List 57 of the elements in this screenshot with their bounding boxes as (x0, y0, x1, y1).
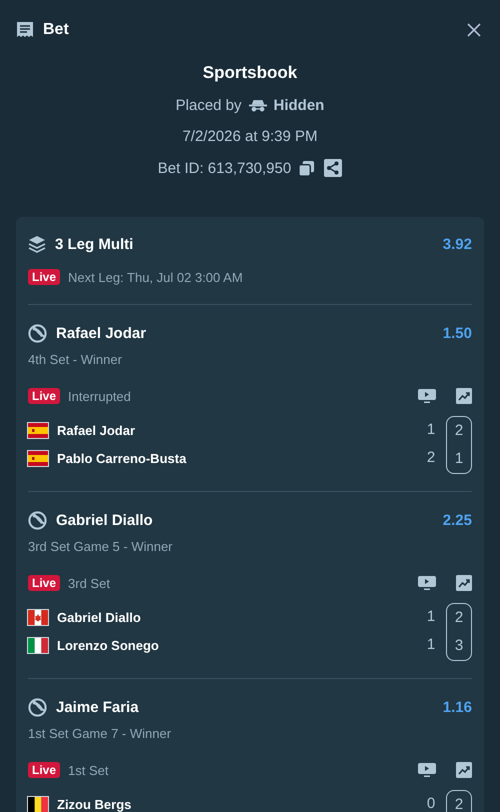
flag-icon (28, 422, 48, 438)
multi-odds: 3.92 (442, 236, 472, 252)
game-score: 3 (454, 636, 464, 656)
next-leg-time: Next Leg: Thu, Jul 02 3:00 AM (68, 270, 243, 284)
player-name: Gabriel Diallo (57, 610, 141, 624)
bet-id: Bet ID: 613,730,950 (158, 160, 292, 176)
receipt-icon (16, 21, 34, 39)
set-score: 1 (426, 635, 436, 655)
set-score: 0 (426, 794, 436, 812)
selection-name: Gabriel Diallo (56, 512, 153, 528)
live-badge: Live (28, 269, 60, 285)
game-score: 2 (454, 608, 464, 628)
stats-chart-icon[interactable] (456, 762, 472, 778)
placed-date: 7/2/2026 at 9:39 PM (181, 128, 319, 145)
flag-icon (28, 638, 48, 652)
market-name: 4th Set - Winner (28, 352, 123, 367)
multi-title: 3 Leg Multi (55, 236, 134, 252)
flag-icon (28, 796, 48, 812)
live-badge: Live (28, 388, 60, 404)
stats-chart-icon[interactable] (456, 388, 472, 404)
match-status: 1st Set (68, 762, 108, 778)
player-name: Rafael Jodar (57, 422, 136, 438)
incognito-icon (248, 99, 267, 112)
tv-icon[interactable] (418, 575, 436, 591)
tv-icon[interactable] (418, 762, 436, 778)
close-icon[interactable] (467, 23, 481, 37)
player-name: Lorenzo Sonego (57, 638, 159, 652)
selection-name: Rafael Jodar (56, 324, 146, 342)
selection-odds: 1.50 (442, 324, 472, 342)
selection-name: Jaime Faria (56, 698, 139, 716)
copy-icon[interactable] (298, 160, 316, 176)
game-score: 1 (454, 449, 464, 469)
player-name: Pablo Carreno-Busta (57, 450, 186, 466)
placed-by-name: Hidden (274, 97, 324, 114)
player-name: Zizou Bergs (57, 796, 132, 812)
dialog-title: Bet (43, 21, 69, 39)
game-score: 2 (454, 795, 464, 812)
live-badge: Live (28, 762, 60, 778)
stats-chart-icon[interactable] (456, 575, 472, 591)
flag-icon (28, 610, 48, 624)
live-badge: Live (28, 575, 60, 591)
share-icon[interactable] (324, 159, 342, 177)
selection-odds: 2.25 (442, 512, 472, 528)
selection-odds: 1.16 (442, 698, 472, 716)
set-score: 1 (426, 420, 436, 440)
placed-by-label: Placed by (176, 97, 242, 114)
set-score: 2 (426, 448, 436, 468)
layers-icon (28, 235, 46, 253)
game-score: 2 (454, 421, 464, 441)
market-name: 1st Set Game 7 - Winner (28, 726, 172, 741)
tv-icon[interactable] (418, 388, 436, 404)
match-status: 3rd Set (68, 576, 110, 590)
match-status: Interrupted (68, 388, 131, 404)
bet-source: Sportsbook (202, 63, 298, 83)
flag-icon (28, 450, 48, 466)
set-score: 1 (426, 607, 436, 627)
market-name: 3rd Set Game 5 - Winner (28, 539, 174, 554)
